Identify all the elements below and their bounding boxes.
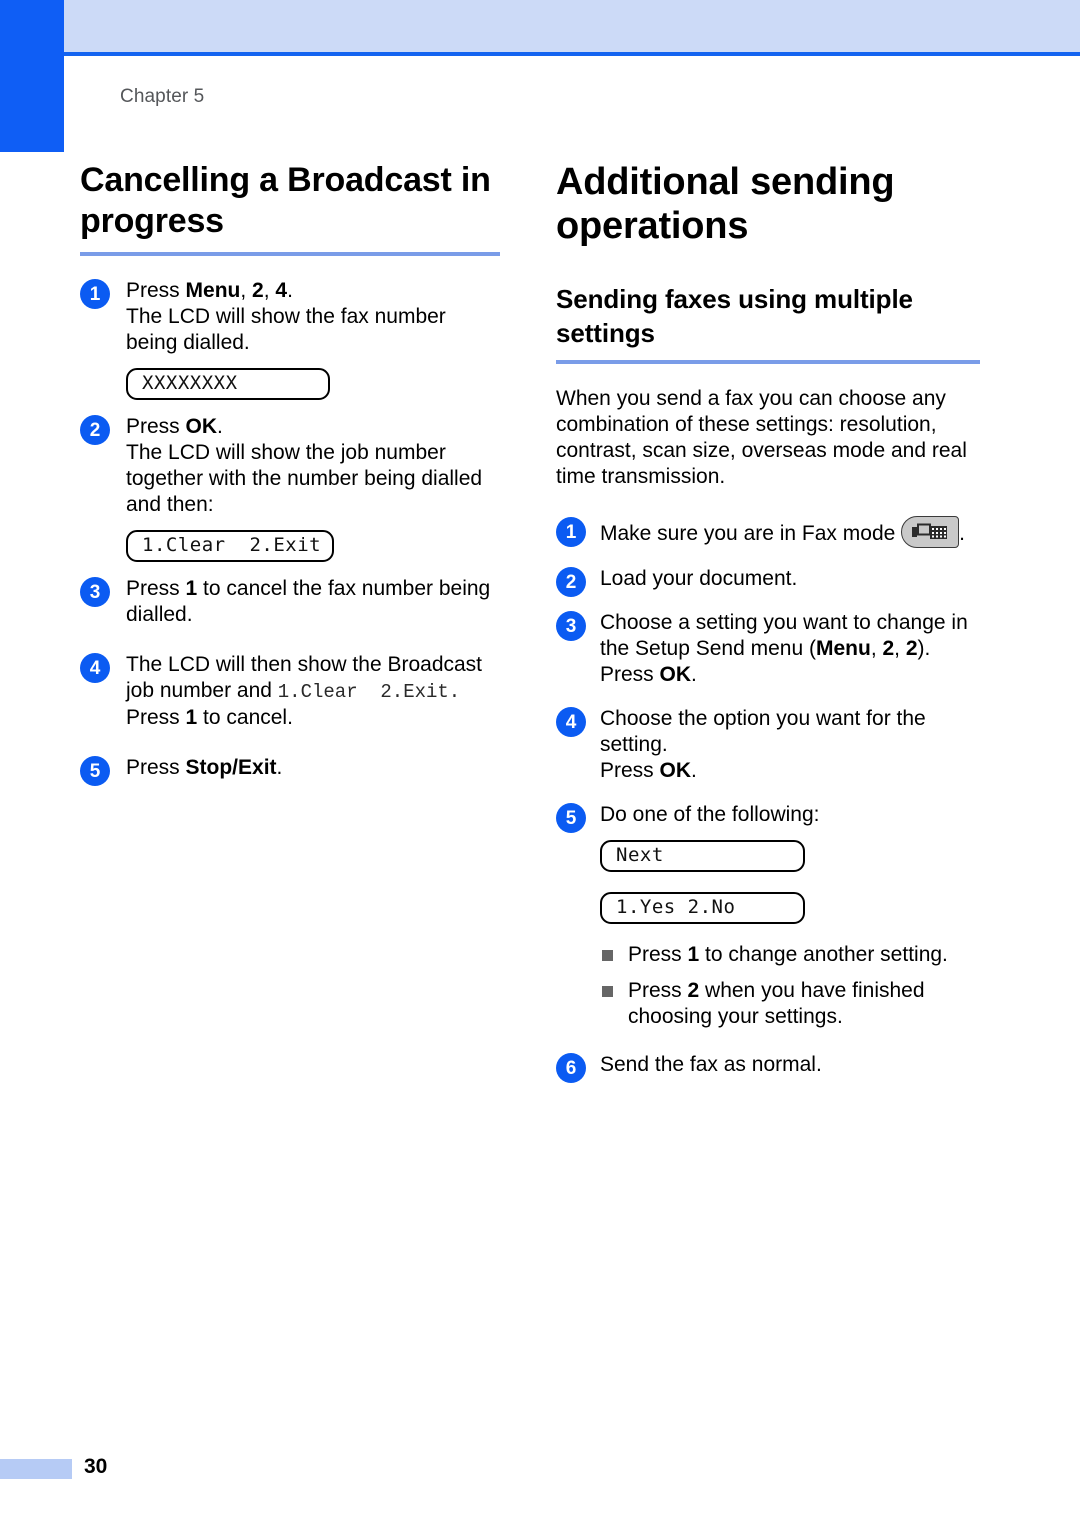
step-number-badge: 3 [556, 611, 586, 641]
step-number-badge: 1 [556, 517, 586, 547]
step-number-badge: 4 [80, 653, 110, 683]
step-item: 2 Press OK. The LCD will show the job num… [80, 414, 500, 562]
step-text: Press Stop/Exit. [126, 756, 283, 779]
bullet-item: Press 2 when you have finished choosing … [600, 978, 980, 1030]
step-text: Make sure you are in Fax mode . [600, 516, 980, 548]
right-heading-rule [556, 360, 980, 364]
step-text: Choose the option you want for the setti… [600, 707, 926, 782]
step-number-badge: 6 [556, 1053, 586, 1083]
step-number-badge: 4 [556, 707, 586, 737]
page-number: 30 [84, 1455, 108, 1478]
right-column: Additional sending operations Sending fax… [556, 160, 980, 1092]
page-header-rule [64, 52, 1080, 56]
step-text: Send the fax as normal. [600, 1053, 822, 1076]
right-intro-paragraph: When you send a fax you can choose any c… [556, 387, 967, 488]
step-item: 3 Press 1 to cancel the fax number being… [80, 576, 500, 628]
lcd-text: 1.Clear 2.Exit [142, 534, 322, 556]
chapter-label: Chapter 5 [120, 86, 205, 107]
step-text: The LCD will then show the Broadcast job… [126, 653, 483, 729]
step-text-label: Make sure you are in Fax mode [600, 522, 896, 545]
page-header-band [64, 0, 1080, 52]
step-item: 3 Choose a setting you want to change in… [556, 610, 980, 688]
right-section-heading: Additional sending operations [556, 161, 895, 247]
step-text: Load your document. [600, 567, 798, 590]
step-item: 4 Choose the option you want for the set… [556, 706, 980, 784]
step-number-badge: 5 [556, 803, 586, 833]
lcd-display-next: Next [600, 840, 805, 872]
step-item: 2 Load your document. [556, 566, 980, 597]
step-item: 4 The LCD will then show the Broadcast j… [80, 652, 500, 731]
lcd-text: XXXXXXXX [142, 372, 238, 394]
step-number-badge: 2 [80, 415, 110, 445]
left-section-heading: Cancelling a Broadcast in progress [80, 161, 491, 240]
left-column: Cancelling a Broadcast in progress 1 Pres… [80, 160, 500, 795]
fax-mode-icon [901, 516, 960, 548]
step-text-trailing: . [959, 522, 965, 545]
square-bullet-icon [602, 950, 613, 961]
bullet-text: Press 1 to change another setting. [628, 943, 948, 966]
bullet-item: Press 1 to change another setting. [600, 942, 980, 968]
step-text: Choose a setting you want to change in t… [600, 611, 968, 686]
square-bullet-icon [602, 986, 613, 997]
lcd-display-fax-number: XXXXXXXX [126, 368, 330, 400]
step-text: Do one of the following: [600, 803, 820, 826]
chapter-tab-marker [0, 0, 64, 152]
lcd-text: Next [616, 844, 664, 866]
left-steps-list: 1 Press Menu, 2, 4. The LCD will show the… [80, 278, 500, 786]
right-subsection-heading: Sending faxes using multiple settings [556, 284, 913, 348]
lcd-display-yes-no: 1.Yes 2.No [600, 892, 805, 924]
step-item: 5 Do one of the following: Next 1.Yes 2.… [556, 802, 980, 1030]
step-item: 1 Press Menu, 2, 4. The LCD will show the… [80, 278, 500, 400]
step-item: 1 Make sure you are in Fax mode . [556, 516, 980, 548]
step-number-badge: 2 [556, 567, 586, 597]
step-number-badge: 3 [80, 577, 110, 607]
step-number-badge: 5 [80, 756, 110, 786]
step-item: 6 Send the fax as normal. [556, 1052, 980, 1083]
lcd-text: 1.Yes 2.No [616, 896, 736, 918]
lcd-display-clear-exit: 1.Clear 2.Exit [126, 530, 334, 562]
bullet-text: Press 2 when you have finished choosing … [628, 979, 925, 1028]
footer-accent-bar [0, 1459, 72, 1479]
right-steps-list: 1 Make sure you are in Fax mode . 2 Load… [556, 516, 980, 1083]
step-text: Press 1 to cancel the fax number being d… [126, 577, 491, 626]
step-number-badge: 1 [80, 279, 110, 309]
left-heading-rule [80, 252, 500, 256]
step-text: Press OK. The LCD will show the job numbe… [126, 415, 483, 516]
step-item: 5 Press Stop/Exit. [80, 755, 500, 786]
step-text: Press Menu, 2, 4. The LCD will show the f… [126, 279, 446, 354]
